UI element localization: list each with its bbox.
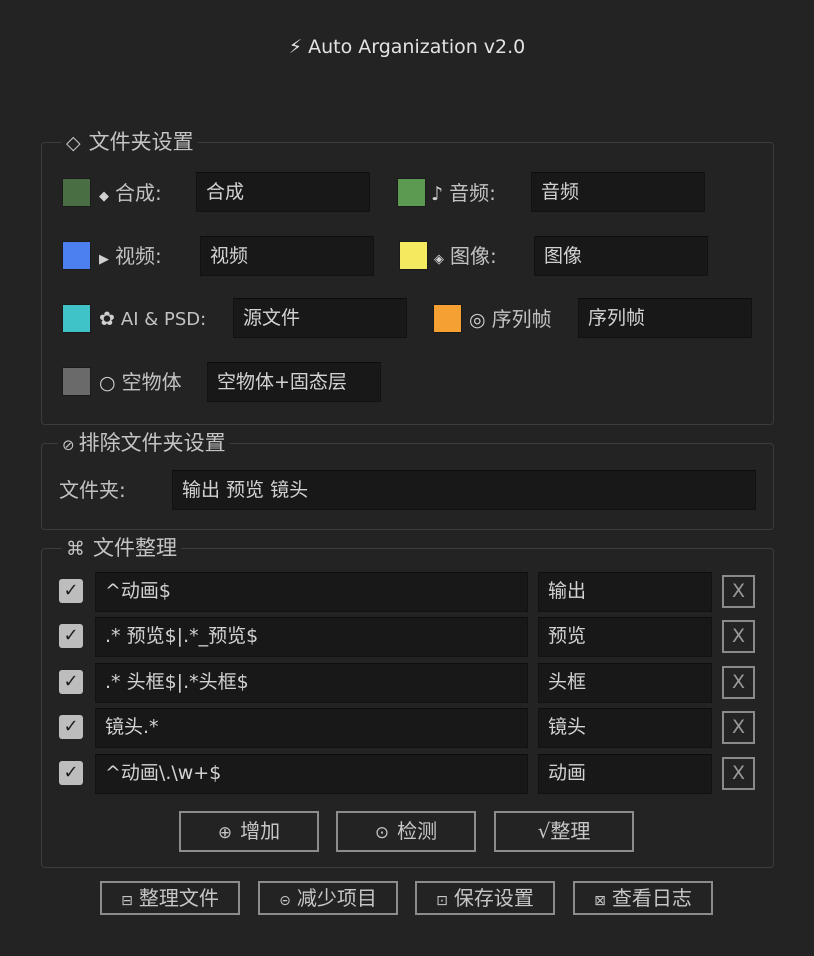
rule-checkbox-2[interactable]: ✓: [59, 624, 83, 648]
audio-color-swatch[interactable]: [397, 178, 426, 207]
music-note-icon: ♪: [431, 183, 444, 205]
rule-pattern-input-4[interactable]: 镜头.*: [95, 708, 528, 748]
rule-target-input-5[interactable]: 动画: [538, 754, 712, 794]
null-object-label: ○ 空物体: [99, 370, 182, 394]
video-color-swatch[interactable]: [62, 241, 91, 270]
save-settings-button[interactable]: ⊡ 保存设置: [415, 881, 555, 915]
view-log-button[interactable]: ⊠ 查看日志: [573, 881, 713, 915]
play-icon: ▶: [99, 252, 109, 267]
ai-psd-folder-input[interactable]: 源文件: [233, 298, 407, 338]
circled-dash-icon: ⊝: [279, 893, 291, 909]
composition-folder-input[interactable]: 合成: [196, 172, 370, 212]
rule-remove-button-1[interactable]: X: [722, 575, 755, 608]
rule-target-input-4[interactable]: 镜头: [538, 708, 712, 748]
ai-psd-label: ✿ AI & PSD:: [99, 308, 207, 330]
diamond-outline-icon: ◇: [66, 132, 81, 154]
rule-target-input-3[interactable]: 头框: [538, 663, 712, 703]
reduce-items-button[interactable]: ⊝ 减少项目: [258, 881, 398, 915]
sequence-folder-input[interactable]: 序列帧: [578, 298, 752, 338]
audio-label: ♪ 音频:: [431, 181, 496, 205]
flower-icon: ✿: [99, 308, 115, 330]
folder-settings-legend: ◇ 文件夹设置: [62, 128, 198, 157]
image-label: ◈ 图像:: [434, 244, 497, 268]
composition-label: ◆ 合成:: [99, 181, 162, 205]
squared-dot-icon: ⊡: [436, 893, 448, 909]
audio-folder-input[interactable]: 音频: [531, 172, 705, 212]
circle-outline-icon: ○: [99, 372, 116, 394]
image-color-swatch[interactable]: [399, 241, 428, 270]
target-circle-icon: ◎: [469, 309, 486, 331]
organize-files-button[interactable]: ⊟ 整理文件: [100, 881, 240, 915]
exclude-folder-input[interactable]: 输出 预览 镜头: [172, 470, 756, 510]
composition-color-swatch[interactable]: [62, 178, 91, 207]
app-title: ⚡ Auto Arganization v2.0: [288, 36, 526, 58]
organize-legend: ⌘ 文件整理: [62, 534, 181, 563]
rule-pattern-input-5[interactable]: ^动画\.\w+$: [95, 754, 528, 794]
exclude-folder-label: 文件夹:: [59, 478, 126, 502]
diamond-icon: ◆: [99, 189, 109, 204]
command-icon: ⌘: [66, 538, 85, 560]
sequence-color-swatch[interactable]: [433, 304, 462, 333]
rule-checkbox-5[interactable]: ✓: [59, 761, 83, 785]
rule-remove-button-2[interactable]: X: [722, 620, 755, 653]
rule-remove-button-3[interactable]: X: [722, 666, 755, 699]
squared-minus-icon: ⊟: [121, 893, 133, 909]
dot-circle-icon: ⊙: [374, 823, 390, 843]
rule-target-input-1[interactable]: 输出: [538, 572, 712, 612]
rule-remove-button-5[interactable]: X: [722, 757, 755, 790]
rule-pattern-input-1[interactable]: ^动画$: [95, 572, 528, 612]
ai-psd-color-swatch[interactable]: [62, 304, 91, 333]
rule-pattern-input-3[interactable]: .* 头框$|.*头框$: [95, 663, 528, 703]
exclude-settings-legend: ⊘ 排除文件夹设置: [58, 429, 230, 459]
video-folder-input[interactable]: 视频: [200, 236, 374, 276]
sort-button[interactable]: √整理: [494, 811, 634, 852]
video-label: ▶ 视频:: [99, 244, 162, 268]
rule-target-input-2[interactable]: 预览: [538, 617, 712, 657]
rule-checkbox-4[interactable]: ✓: [59, 715, 83, 739]
plus-circle-icon: ⊕: [217, 823, 233, 843]
squared-x-icon: ⊠: [594, 893, 606, 909]
detect-button[interactable]: ⊙ 检测: [336, 811, 476, 852]
rule-checkbox-1[interactable]: ✓: [59, 579, 83, 603]
no-entry-icon: ⊘: [62, 436, 75, 454]
rule-remove-button-4[interactable]: X: [722, 711, 755, 744]
sequence-label: ◎ 序列帧: [469, 307, 552, 331]
rule-pattern-input-2[interactable]: .* 预览$|.*_预览$: [95, 617, 528, 657]
diamond-dot-icon: ◈: [434, 252, 444, 267]
add-rule-button[interactable]: ⊕ 增加: [179, 811, 319, 852]
image-folder-input[interactable]: 图像: [534, 236, 708, 276]
rule-checkbox-3[interactable]: ✓: [59, 670, 83, 694]
null-object-folder-input[interactable]: 空物体+固态层: [207, 362, 381, 402]
null-object-color-swatch[interactable]: [62, 367, 91, 396]
